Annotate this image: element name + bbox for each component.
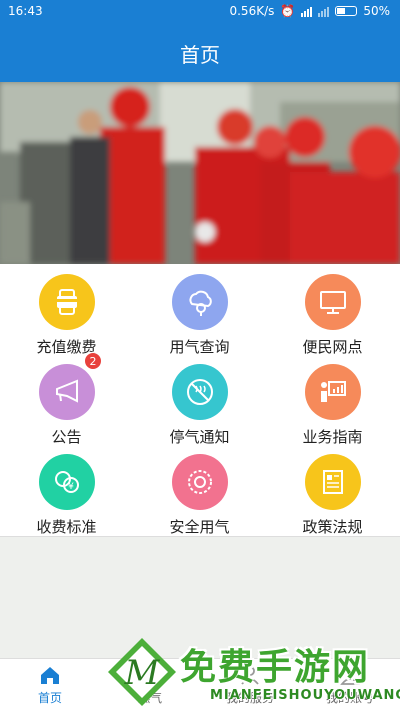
grid-item-1[interactable]: 充值缴费: [0, 268, 133, 358]
grid-item-label: 便民网点: [302, 338, 363, 356]
tab-2[interactable]: 燃气: [100, 659, 200, 712]
home-icon: [41, 667, 59, 684]
safety-icon: [172, 454, 228, 510]
grid-item-7[interactable]: ¥ 收费标准: [0, 448, 133, 538]
monitor-icon: [305, 274, 361, 330]
service-icon: [241, 666, 259, 685]
grid-item-5[interactable]: 停气通知: [133, 358, 266, 448]
svg-text:¥: ¥: [68, 482, 74, 492]
grid-item-label: 业务指南: [302, 428, 363, 446]
battery-percent: 50%: [363, 4, 390, 18]
empty-area: [0, 536, 400, 659]
credit-card-icon: [39, 274, 95, 330]
grid-item-6[interactable]: 业务指南: [266, 358, 399, 448]
tab-4[interactable]: 我的账号: [300, 659, 400, 712]
megaphone-icon: [39, 364, 95, 420]
status-bar: 16:43 0.56K/s ⏰ 50%: [0, 0, 400, 24]
tab-label: 我的账号: [325, 691, 374, 705]
grid-item-3[interactable]: 便民网点: [266, 268, 399, 358]
app-header: 首页: [0, 24, 400, 82]
grid-item-label: 停气通知: [169, 428, 230, 446]
battery-icon: [335, 6, 358, 16]
grid-item-4[interactable]: 2 公告: [0, 352, 133, 448]
page-title: 首页: [180, 42, 220, 67]
cloud-search-icon: [172, 274, 228, 330]
notification-badge: 2: [84, 352, 102, 370]
alarm-icon: ⏰: [280, 4, 296, 18]
tab-label: 燃气: [137, 691, 162, 705]
signal-icon-2: [318, 6, 330, 17]
coins-icon: ¥: [39, 454, 95, 510]
grid-item-8[interactable]: 安全用气: [133, 448, 266, 538]
network-speed: 0.56K/s: [229, 4, 275, 18]
grid-item-label: 用气查询: [169, 338, 230, 356]
tab-label: 我的服务: [225, 691, 274, 705]
grid-item-label: 公告: [51, 428, 82, 446]
tab-3[interactable]: 我的服务: [200, 659, 300, 712]
no-gas-icon: [172, 364, 228, 420]
tab-1[interactable]: 首页: [0, 659, 100, 712]
tab-label: 首页: [37, 691, 62, 705]
document-icon: [305, 454, 361, 510]
signal-icon: [301, 6, 313, 17]
grid-item-2[interactable]: 用气查询: [133, 268, 266, 358]
status-indicators: 0.56K/s ⏰ 50%: [229, 4, 390, 18]
grid-item-label: 安全用气: [169, 518, 230, 536]
flame-icon: [143, 664, 156, 684]
bottom-tab-bar: 首页 燃气 我的服务 我的账号: [0, 658, 400, 712]
banner-photo: [0, 82, 400, 264]
grid-item-9[interactable]: 政策法规: [266, 448, 399, 538]
presentation-icon: [305, 364, 361, 420]
grid-item-label: 充值缴费: [36, 338, 97, 356]
grid-item-label: 政策法规: [302, 518, 363, 536]
function-grid: 充值缴费 用气查询 便民网点 2 公告 停气通知 业务指南 ¥ 收费标准 安全用气 政策法规: [0, 264, 400, 536]
banner-image[interactable]: [0, 82, 400, 264]
account-icon: [340, 666, 360, 685]
grid-item-label: 收费标准: [36, 518, 97, 536]
status-time: 16:43: [8, 4, 43, 18]
